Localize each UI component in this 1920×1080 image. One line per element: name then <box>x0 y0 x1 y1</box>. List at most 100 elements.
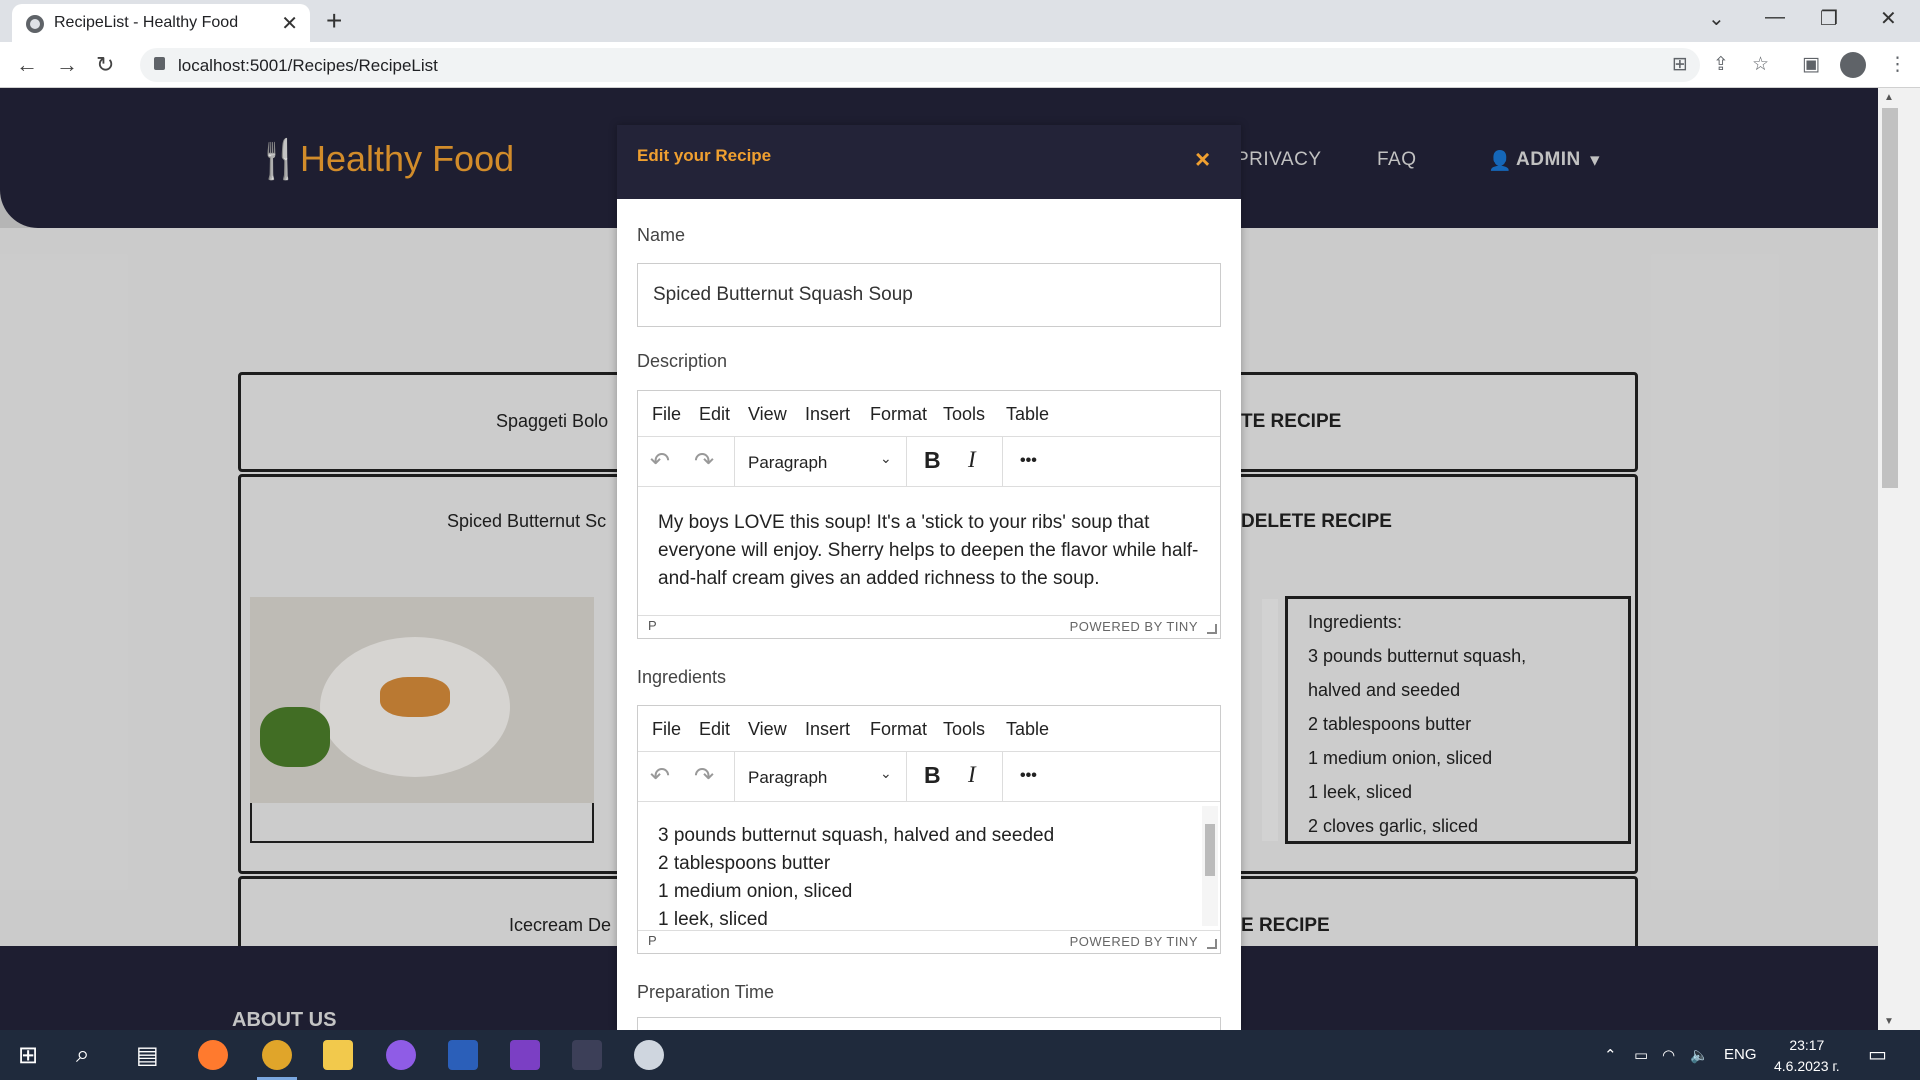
ingredient-line: 2 tablespoons butter <box>658 853 831 874</box>
browser-menu-icon[interactable]: ⋮ <box>1888 53 1907 76</box>
menu-edit[interactable]: Edit <box>699 404 730 425</box>
system-clock[interactable]: 23:17 4.6.2023 г. <box>1774 1035 1840 1077</box>
powered-by-tiny[interactable]: POWERED BY TINY <box>1070 934 1198 949</box>
toolbar-divider <box>906 437 907 487</box>
undo-icon[interactable]: ↶ <box>650 447 670 476</box>
ingredients-editor: File Edit View Insert Format Tools Table… <box>637 705 1221 954</box>
menu-insert[interactable]: Insert <box>805 719 850 740</box>
name-label: Name <box>637 225 686 245</box>
task-view-icon[interactable]: ▤ <box>136 1041 159 1070</box>
undo-icon[interactable]: ↶ <box>650 762 670 791</box>
restore-button[interactable]: ❐ <box>1820 6 1838 31</box>
element-path[interactable]: P <box>648 933 657 948</box>
scrollbar-thumb[interactable] <box>1205 824 1215 876</box>
tab-close-icon[interactable]: ✕ <box>281 11 298 36</box>
profile-avatar[interactable] <box>1840 52 1866 78</box>
translate-icon[interactable]: ⊞ <box>1672 53 1688 76</box>
redo-icon[interactable]: ↷ <box>694 447 714 476</box>
terminal-icon[interactable] <box>572 1040 602 1070</box>
bookmark-star-icon[interactable]: ☆ <box>1752 53 1769 76</box>
element-path[interactable]: P <box>648 618 657 633</box>
menu-tools[interactable]: Tools <box>943 719 985 740</box>
visual-studio-icon[interactable] <box>510 1040 540 1070</box>
notifications-icon[interactable]: ▭ <box>1868 1042 1887 1067</box>
block-format-select[interactable]: Paragraph ⌄ <box>734 752 906 802</box>
more-options-button[interactable]: ••• <box>1020 767 1037 785</box>
resize-handle-icon[interactable] <box>1207 624 1217 634</box>
editor-toolbar: ↶ ↷ Paragraph ⌄ B I ••• <box>638 752 1220 802</box>
editor-statusbar: P POWERED BY TINY <box>638 615 1220 637</box>
page-scrollbar[interactable]: ▲ ▼ <box>1878 88 1920 1030</box>
side-panel-icon[interactable]: ▣ <box>1802 53 1820 76</box>
clock-time: 23:17 <box>1789 1037 1825 1053</box>
italic-button[interactable]: I <box>968 447 976 473</box>
github-desktop-icon[interactable] <box>386 1040 416 1070</box>
back-arrow-icon[interactable]: ← <box>16 52 38 78</box>
firefox-icon[interactable] <box>198 1040 228 1070</box>
search-icon[interactable]: ⌕ <box>76 1041 89 1069</box>
menu-table[interactable]: Table <box>1006 404 1049 425</box>
menu-format[interactable]: Format <box>870 719 927 740</box>
menu-file[interactable]: File <box>652 719 681 740</box>
editor-scrollbar[interactable] <box>1202 806 1218 926</box>
menu-insert[interactable]: Insert <box>805 404 850 425</box>
share-icon[interactable]: ⇪ <box>1713 53 1729 76</box>
clock-date: 4.6.2023 г. <box>1774 1058 1840 1074</box>
browser-tab-strip: RecipeList - Healthy Food ✕ + ⌄ — ❐ ✕ <box>0 0 1920 42</box>
scroll-down-icon[interactable]: ▼ <box>1884 1016 1894 1027</box>
block-format-select[interactable]: Paragraph ⌄ <box>734 437 906 487</box>
file-explorer-icon[interactable] <box>323 1040 353 1070</box>
word-icon[interactable] <box>448 1040 478 1070</box>
menu-tools[interactable]: Tools <box>943 404 985 425</box>
toolbar-divider <box>1002 437 1003 487</box>
battery-icon[interactable]: ▭ <box>1634 1046 1648 1064</box>
tab-title: RecipeList - Healthy Food <box>54 14 239 31</box>
ingredient-line: 1 medium onion, sliced <box>658 881 853 902</box>
url-text: localhost:5001/Recipes/RecipeList <box>178 56 438 75</box>
more-options-button[interactable]: ••• <box>1020 452 1037 470</box>
chrome-icon[interactable] <box>262 1040 292 1070</box>
browser-tab[interactable]: RecipeList - Healthy Food ✕ <box>12 4 310 42</box>
paint-icon[interactable] <box>634 1040 664 1070</box>
browser-toolbar: ← → ↻ localhost:5001/Recipes/RecipeList … <box>0 42 1920 88</box>
forward-arrow-icon[interactable]: → <box>56 52 78 78</box>
toolbar-divider <box>1002 752 1003 802</box>
editor-toolbar: ↶ ↷ Paragraph ⌄ B I ••• <box>638 437 1220 487</box>
language-indicator[interactable]: ENG <box>1724 1046 1757 1063</box>
description-label: Description <box>637 351 728 371</box>
windows-start-icon[interactable]: ⊞ <box>18 1041 38 1070</box>
name-input[interactable]: Spiced Butternut Squash Soup <box>637 263 1221 327</box>
ingredients-content[interactable]: 3 pounds butternut squash, halved and se… <box>638 802 1220 930</box>
close-icon[interactable]: × <box>1195 144 1210 175</box>
redo-icon[interactable]: ↷ <box>694 762 714 791</box>
close-window-button[interactable]: ✕ <box>1880 6 1897 31</box>
volume-icon[interactable]: 🔈 <box>1690 1046 1709 1064</box>
menu-file[interactable]: File <box>652 404 681 425</box>
menu-table[interactable]: Table <box>1006 719 1049 740</box>
reload-icon[interactable]: ↻ <box>96 52 114 78</box>
address-bar[interactable]: localhost:5001/Recipes/RecipeList <box>140 48 1700 82</box>
menu-view[interactable]: View <box>748 719 787 740</box>
menu-format[interactable]: Format <box>870 404 927 425</box>
scrollbar-thumb[interactable] <box>1882 108 1898 488</box>
resize-handle-icon[interactable] <box>1207 939 1217 949</box>
preparation-time-input[interactable] <box>637 1017 1221 1030</box>
scroll-up-icon[interactable]: ▲ <box>1884 92 1894 103</box>
chevron-down-icon: ⌄ <box>880 450 892 466</box>
menu-view[interactable]: View <box>748 404 787 425</box>
powered-by-tiny[interactable]: POWERED BY TINY <box>1070 619 1198 634</box>
editor-menubar: File Edit View Insert Format Tools Table <box>638 706 1220 752</box>
description-content[interactable]: My boys LOVE this soup! It's a 'stick to… <box>638 487 1220 615</box>
block-format-value: Paragraph <box>748 768 828 787</box>
bold-button[interactable]: B <box>924 762 941 789</box>
tab-search-icon[interactable]: ⌄ <box>1708 6 1725 31</box>
bold-button[interactable]: B <box>924 447 941 474</box>
italic-button[interactable]: I <box>968 762 976 788</box>
menu-edit[interactable]: Edit <box>699 719 730 740</box>
chevron-up-icon[interactable]: ⌃ <box>1604 1046 1617 1064</box>
edit-recipe-modal: Edit your Recipe × Name Spiced Butternut… <box>617 125 1241 1030</box>
new-tab-button[interactable]: + <box>326 5 342 37</box>
minimize-button[interactable]: — <box>1765 6 1785 29</box>
wifi-icon[interactable]: ◠ <box>1662 1046 1675 1064</box>
preparation-time-label: Preparation Time <box>637 982 775 1002</box>
